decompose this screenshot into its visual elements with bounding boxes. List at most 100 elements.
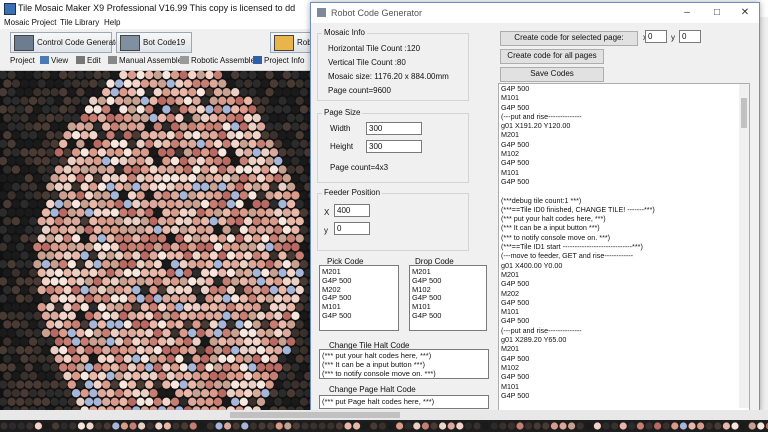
menu-mosaic-project[interactable]: Mosaic Project <box>4 18 56 27</box>
mosaic-tile <box>46 199 55 209</box>
mosaic-tile <box>110 260 120 269</box>
mosaic-tile <box>278 354 287 363</box>
page-height-input[interactable]: 300 <box>366 140 422 153</box>
tab-view[interactable]: View <box>40 56 68 65</box>
mosaic-tile <box>252 303 261 312</box>
code-line: M201 <box>501 269 519 279</box>
scrollbar-thumb[interactable] <box>230 412 400 418</box>
mosaic-tile <box>269 354 279 363</box>
mosaic-tile <box>248 122 257 131</box>
mosaic-tile <box>67 88 77 97</box>
mosaic-tile <box>11 234 21 243</box>
mosaic-tile <box>239 397 248 406</box>
mosaic-tile <box>84 294 94 303</box>
mosaic-tile <box>3 199 12 209</box>
pick-code-textarea[interactable]: M201 G4P 500 M202 G4P 500 M101 G4P 500 <box>319 265 399 331</box>
mosaic-tile <box>33 277 42 286</box>
generated-code-textarea[interactable]: G4P 500 M101 G4P 500 (---put and rise------… <box>498 83 750 411</box>
mosaic-tile <box>54 113 64 123</box>
mosaic-tile <box>231 156 240 166</box>
drop-code-textarea[interactable]: M201 G4P 500 M102 G4P 500 M101 G4P 500 <box>409 265 487 331</box>
tile-halt-textarea[interactable]: (*** put your halt codes here, ***) (***… <box>319 349 489 379</box>
mosaic-tile <box>295 131 304 140</box>
save-codes-button[interactable]: Save Codes <box>500 67 604 82</box>
mosaic-tile <box>41 397 51 406</box>
mosaic-tile <box>89 96 98 105</box>
palette-tile <box>335 422 343 430</box>
mosaic-tile <box>132 113 141 123</box>
page-halt-textarea[interactable]: (*** put Page halt codes here, ***) <box>319 395 489 409</box>
mosaic-tile <box>286 165 296 174</box>
mosaic-tile <box>63 337 72 346</box>
palette-tile <box>413 422 421 430</box>
tab-robotic-assemble[interactable]: Robotic Assemble <box>180 56 255 65</box>
create-code-all-pages-button[interactable]: Create code for all pages <box>500 49 604 64</box>
mosaic-tile <box>170 311 180 320</box>
maximize-icon[interactable]: □ <box>703 5 731 21</box>
menu-tile-library[interactable]: Tile Library <box>60 18 99 27</box>
mosaic-tile <box>256 346 266 355</box>
mosaic-tile <box>209 199 218 209</box>
mosaic-tile <box>222 191 231 200</box>
robot-button[interactable]: Robo <box>270 32 316 53</box>
mosaic-tile <box>149 285 158 295</box>
mosaic-tile <box>170 156 180 166</box>
mosaic-tile <box>248 397 257 406</box>
mosaic-tile <box>123 96 132 105</box>
tab-edit[interactable]: Edit <box>76 56 101 65</box>
mosaic-tile <box>119 294 128 303</box>
mosaic-tile <box>226 285 236 295</box>
code-line: G4P 500 <box>501 372 530 382</box>
mosaic-tile <box>162 88 171 97</box>
mosaic-tile <box>274 363 283 372</box>
scrollbar-thumb[interactable] <box>741 98 747 128</box>
bot-code-button[interactable]: Bot Code19 <box>116 32 192 53</box>
create-code-selected-page-button[interactable]: Create code for selected page: <box>500 31 638 46</box>
tab-project[interactable]: Project <box>10 56 35 65</box>
mosaic-tile <box>196 363 205 372</box>
horizontal-scrollbar[interactable] <box>0 410 768 420</box>
minimize-icon[interactable]: – <box>673 5 701 21</box>
feeder-y-input[interactable]: 0 <box>334 222 370 235</box>
mosaic-tile <box>132 165 141 174</box>
close-icon[interactable]: ✕ <box>731 5 759 21</box>
page-y-input[interactable]: 0 <box>679 30 701 43</box>
mosaic-tile <box>256 191 266 200</box>
left-panel-scrollbar[interactable] <box>489 25 497 409</box>
mosaic-tile <box>7 122 16 131</box>
mosaic-tile <box>97 165 107 174</box>
mosaic-tile <box>188 380 197 389</box>
mosaic-tile <box>231 174 240 183</box>
mosaic-tile <box>46 268 55 277</box>
mosaic-canvas[interactable] <box>0 71 312 410</box>
page-width-input[interactable]: 300 <box>366 122 422 135</box>
palette-tile <box>60 422 68 430</box>
mosaic-tile <box>11 199 21 209</box>
mosaic-tile <box>93 311 102 320</box>
tab-manual-assemble[interactable]: Manual Assemble <box>108 56 182 65</box>
code-line: M101 <box>501 381 519 391</box>
page-size-group: Page Size Width 300 Height 300 Page coun… <box>317 108 469 183</box>
feeder-x-input[interactable]: 400 <box>334 204 370 217</box>
mosaic-tile <box>175 199 184 209</box>
mosaic-tile <box>291 380 300 389</box>
mosaic-tile <box>37 182 46 191</box>
mosaic-tile <box>84 139 94 148</box>
mosaic-tile <box>24 139 33 148</box>
mosaic-tile <box>192 79 201 88</box>
mosaic-tile <box>71 371 81 381</box>
tab-project-info[interactable]: Project Info <box>253 56 304 65</box>
mosaic-tile <box>54 182 64 191</box>
control-code-generator-button[interactable]: Control Code Generator <box>10 32 122 53</box>
mosaic-tile <box>28 148 38 157</box>
mosaic-tile <box>299 328 309 338</box>
mosaic-tile <box>218 337 227 346</box>
page-x-input[interactable]: 0 <box>645 30 667 43</box>
mosaic-tile <box>295 234 304 243</box>
mosaic-tile <box>265 346 274 355</box>
mosaic-tile <box>286 199 296 209</box>
mosaic-tile <box>84 191 94 200</box>
code-vertical-scrollbar[interactable] <box>739 84 749 408</box>
menu-help[interactable]: Help <box>104 18 120 27</box>
